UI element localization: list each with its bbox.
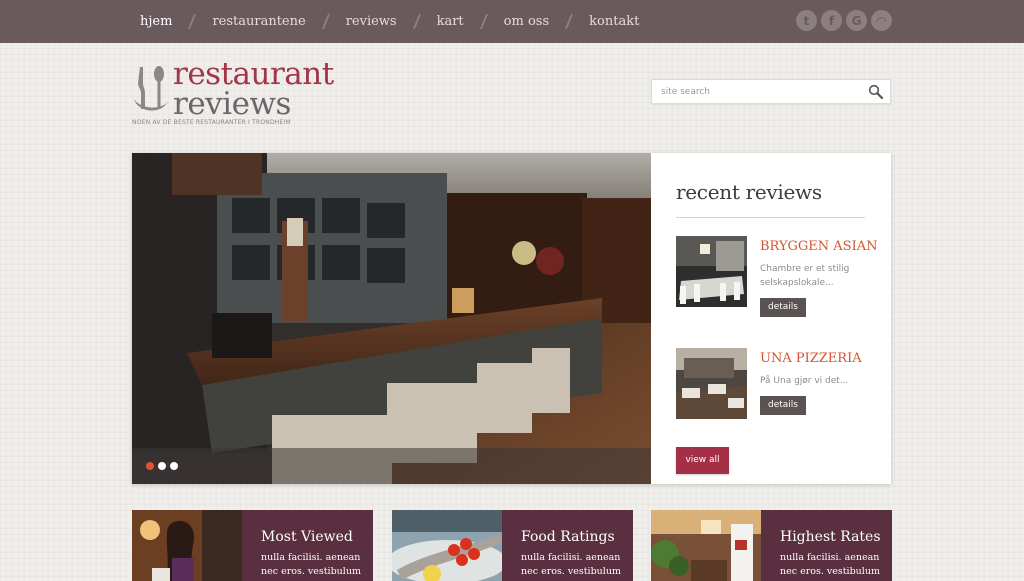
nav-separator (479, 14, 488, 29)
nav-link-restaurantene[interactable]: restaurantene (212, 14, 305, 29)
cutlery-icon (134, 66, 168, 111)
details-button[interactable]: details (760, 396, 806, 415)
slider-dots (146, 462, 178, 470)
nav-item-hjem: hjem (140, 14, 212, 29)
nav-link-kontakt[interactable]: kontakt (589, 14, 639, 29)
nav-link-reviews[interactable]: reviews (346, 14, 397, 29)
review-excerpt: På Una gjør vi det... (760, 376, 849, 386)
fish-dish-photo (392, 510, 502, 581)
nav-item-restaurantene: restaurantene (212, 14, 345, 29)
hero-section: recent reviews BRYGGEN ASIAN Chambre er … (132, 153, 891, 484)
feature-text: nulla facilisi. aenean nec eros. vestibu… (521, 552, 621, 577)
top-nav-bar: hjem restaurantene reviews kart om oss k… (0, 0, 1024, 43)
google-icon[interactable]: G (846, 10, 867, 31)
nav-link-hjem[interactable]: hjem (140, 14, 172, 29)
recent-reviews-panel: recent reviews BRYGGEN ASIAN Chambre er … (651, 153, 891, 484)
facebook-icon[interactable]: f (821, 10, 842, 31)
rss-icon[interactable]: ◠ (871, 10, 892, 31)
feature-image (392, 510, 502, 581)
feature-food-ratings[interactable]: Food Ratings nulla facilisi. aenean nec … (392, 510, 633, 581)
search-icon[interactable] (868, 84, 884, 100)
site-search (651, 79, 891, 104)
main-nav: hjem restaurantene reviews kart om oss k… (140, 0, 639, 43)
details-button[interactable]: details (760, 298, 806, 317)
search-input[interactable] (661, 84, 851, 100)
slider-dot-3[interactable] (170, 462, 178, 470)
nav-item-kart: kart (437, 14, 504, 29)
nav-link-kart[interactable]: kart (437, 14, 464, 29)
nav-item-om-oss: om oss (504, 14, 589, 29)
pizzeria-photo (676, 348, 747, 419)
feature-highest-rates[interactable]: Highest Rates nulla facilisi. aenean nec… (651, 510, 892, 581)
feature-text: nulla facilisi. aenean nec eros. vestibu… (261, 552, 361, 577)
nav-separator (321, 14, 330, 29)
feature-title: Highest Rates (780, 529, 881, 545)
dining-room-photo (676, 236, 747, 307)
feature-text: nulla facilisi. aenean nec eros. vestibu… (780, 552, 880, 577)
twitter-icon[interactable]: t (796, 10, 817, 31)
nav-link-om-oss[interactable]: om oss (504, 14, 549, 29)
slider-caption-bar (132, 448, 651, 484)
recent-reviews-title: recent reviews (676, 180, 822, 204)
logo-tagline: NOEN AV DE BESTE RESTAURANTER I TRONDHEI… (132, 119, 291, 126)
review-thumbnail[interactable] (676, 236, 747, 307)
restaurant-bar-photo (132, 153, 651, 484)
nav-item-reviews: reviews (346, 14, 437, 29)
review-title[interactable]: BRYGGEN ASIAN (760, 239, 877, 254)
review-thumbnail[interactable] (676, 348, 747, 419)
logo-title-line2: reviews (173, 86, 291, 122)
nav-item-kontakt: kontakt (589, 14, 639, 29)
feature-title: Food Ratings (521, 529, 615, 545)
view-all-button[interactable]: view all (676, 447, 729, 474)
nav-separator (565, 14, 574, 29)
nav-separator (188, 14, 197, 29)
diner-woman-photo (132, 510, 242, 581)
feature-image (651, 510, 761, 581)
feature-image (132, 510, 242, 581)
review-excerpt: Chambre er et stilig selskapslokale... (760, 264, 850, 288)
slider-dot-1[interactable] (146, 462, 154, 470)
nav-separator (412, 14, 421, 29)
site-logo[interactable]: restaurant reviews NOEN AV DE BESTE REST… (132, 59, 352, 132)
feature-title: Most Viewed (261, 529, 353, 545)
feature-most-viewed[interactable]: Most Viewed nulla facilisi. aenean nec e… (132, 510, 373, 581)
slider-dot-2[interactable] (158, 462, 166, 470)
restaurant-interior-photo (651, 510, 761, 581)
review-title[interactable]: UNA PIZZERIA (760, 351, 862, 366)
divider (676, 217, 865, 218)
image-slider[interactable] (132, 153, 651, 484)
social-links: t f G ◠ (796, 10, 892, 31)
